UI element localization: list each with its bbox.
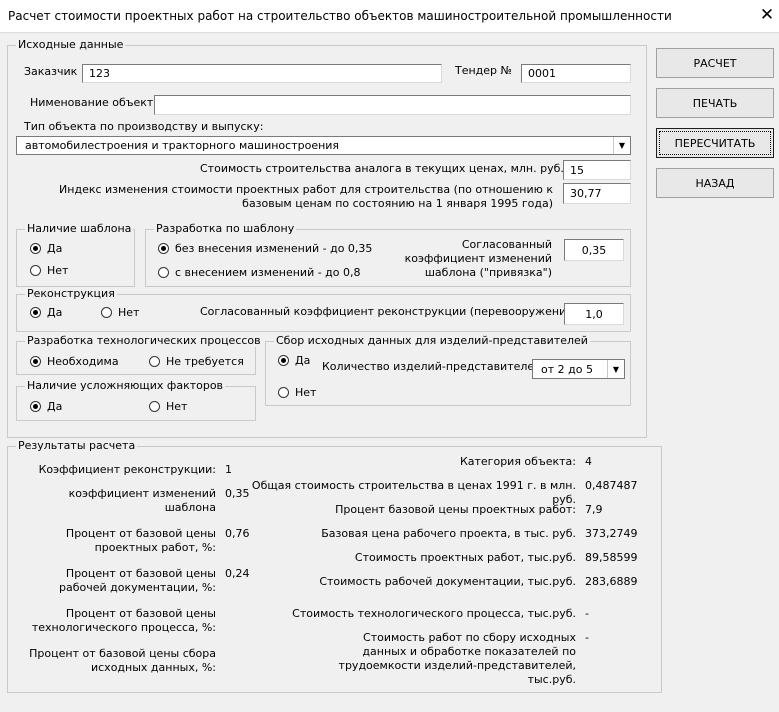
radio-dot — [30, 243, 41, 254]
radio-dot — [30, 307, 41, 318]
result-label: Стоимость проектных работ, тыс.руб. — [354, 551, 576, 564]
result-value: 373,2749 — [585, 527, 638, 540]
result-label: Процент от базовой цены рабочей документ… — [59, 567, 216, 594]
radio-dot — [101, 307, 112, 318]
collection-legend: Сбор исходных данных для изделий-предста… — [274, 334, 590, 347]
radio-dot — [278, 387, 289, 398]
collection-no-radio[interactable]: Нет — [278, 386, 316, 399]
radio-dot — [30, 401, 41, 412]
radio-dot — [30, 265, 41, 276]
result-label: Стоимость технологического процесса, тыс… — [292, 607, 576, 620]
template-yes-radio[interactable]: Да — [30, 242, 62, 255]
result-label: Процент от базовой цены сбора исходных д… — [29, 647, 216, 674]
template-coef-label: Согласованный коэффициент изменений шабл… — [404, 238, 552, 279]
collection-yes-radio[interactable]: Да — [278, 354, 310, 367]
customer-label: Заказчик — [24, 65, 78, 78]
result-label: Процент от базовой цены технологического… — [31, 607, 216, 634]
recalc-button[interactable]: ПЕРЕСЧИТАТЬ — [656, 128, 774, 158]
radio-dot — [158, 243, 169, 254]
object-type-label: Тип объекта по производству и выпуску: — [24, 120, 264, 133]
chevron-down-icon[interactable]: ▼ — [613, 137, 630, 154]
radio-dot — [158, 267, 169, 278]
result-label: Категория объекта: — [459, 455, 576, 468]
template-legend: Наличие шаблона — [25, 222, 134, 235]
object-type-value: автомобилестроения и тракторного машинос… — [25, 139, 340, 152]
template-coef-input[interactable]: 0,35 — [564, 239, 624, 261]
radio-dot — [149, 401, 160, 412]
qty-label: Количество изделий-представителей — [322, 360, 542, 373]
result-label: Базовая цена рабочего проекта, в тыс. ру… — [321, 527, 576, 540]
analog-cost-input[interactable]: 15 — [563, 160, 631, 180]
result-label: Стоимость работ по сбору исходных данных… — [338, 631, 576, 686]
qty-value: от 2 до 5 — [541, 362, 593, 376]
template-dev-opt1-radio[interactable]: без внесения изменений - до 0,35 — [158, 242, 372, 255]
calc-button[interactable]: РАСЧЕТ — [656, 48, 774, 78]
object-name-label: Нименование объекта — [30, 96, 161, 109]
template-dev-opt2-radio[interactable]: с внесением изменений - до 0,8 — [158, 266, 361, 279]
result-value: 89,58599 — [585, 551, 638, 564]
reconstruction-coef-input[interactable]: 1,0 — [564, 303, 624, 325]
complicating-no-radio[interactable]: Нет — [149, 400, 187, 413]
result-value: 0,487487 — [585, 479, 638, 492]
result-label: коэффициент изменений шаблона — [68, 487, 216, 514]
window-title: Расчет стоимости проектных работ на стро… — [8, 9, 672, 23]
radio-dot — [149, 356, 160, 367]
back-button[interactable]: НАЗАД — [656, 168, 774, 198]
result-value: - — [585, 631, 589, 644]
template-dev-legend: Разработка по шаблону — [154, 222, 297, 235]
tender-input[interactable]: 0001 — [521, 64, 631, 83]
index-label: Индекс изменения стоимости проектных раб… — [59, 183, 553, 210]
result-value: 7,9 — [585, 503, 603, 516]
object-name-input[interactable] — [154, 95, 631, 115]
tech-opt1-radio[interactable]: Необходима — [30, 355, 119, 368]
result-value: 283,6889 — [585, 575, 638, 588]
result-value: 4 — [585, 455, 592, 468]
reconstruction-coef-label: Согласованный коэффициент реконструкции … — [200, 305, 578, 318]
results-legend: Результаты расчета — [16, 439, 138, 452]
template-group: Наличие шаблона — [16, 222, 135, 287]
chevron-down-icon[interactable]: ▼ — [607, 360, 624, 378]
reconstruction-no-radio[interactable]: Нет — [101, 306, 139, 319]
template-no-radio[interactable]: Нет — [30, 264, 68, 277]
tech-opt2-radio[interactable]: Не требуется — [149, 355, 244, 368]
index-input[interactable]: 30,77 — [563, 183, 631, 204]
customer-input[interactable]: 123 — [82, 64, 442, 83]
input-data-legend: Исходные данные — [16, 38, 126, 51]
object-type-select[interactable]: автомобилестроения и тракторного машинос… — [16, 136, 631, 155]
result-value: 1 — [225, 463, 232, 476]
reconstruction-yes-radio[interactable]: Да — [30, 306, 62, 319]
radio-dot — [278, 355, 289, 366]
result-label: Коэффициент реконструкции: — [38, 463, 216, 476]
complicating-legend: Наличие усложняющих факторов — [25, 379, 226, 392]
analog-cost-label: Стоимость строительства аналога в текущи… — [200, 162, 568, 175]
result-value: - — [585, 607, 589, 620]
radio-dot — [30, 356, 41, 367]
result-label: Стоимость рабочей документации, тыс.руб. — [319, 575, 576, 588]
result-label: Процент от базовой цены проектных работ,… — [65, 527, 216, 554]
complicating-yes-radio[interactable]: Да — [30, 400, 62, 413]
title-bar: Расчет стоимости проектных работ на стро… — [0, 0, 779, 33]
tech-legend: Разработка технологических процессов — [25, 334, 263, 347]
close-icon[interactable]: ✕ — [756, 4, 778, 26]
tender-label: Тендер № — [455, 64, 512, 77]
reconstruction-legend: Реконструкция — [25, 287, 117, 300]
result-label: Процент базовой цены проектных работ: — [335, 503, 576, 516]
print-button[interactable]: ПЕЧАТЬ — [656, 88, 774, 118]
qty-select[interactable]: от 2 до 5 ▼ — [532, 359, 625, 379]
